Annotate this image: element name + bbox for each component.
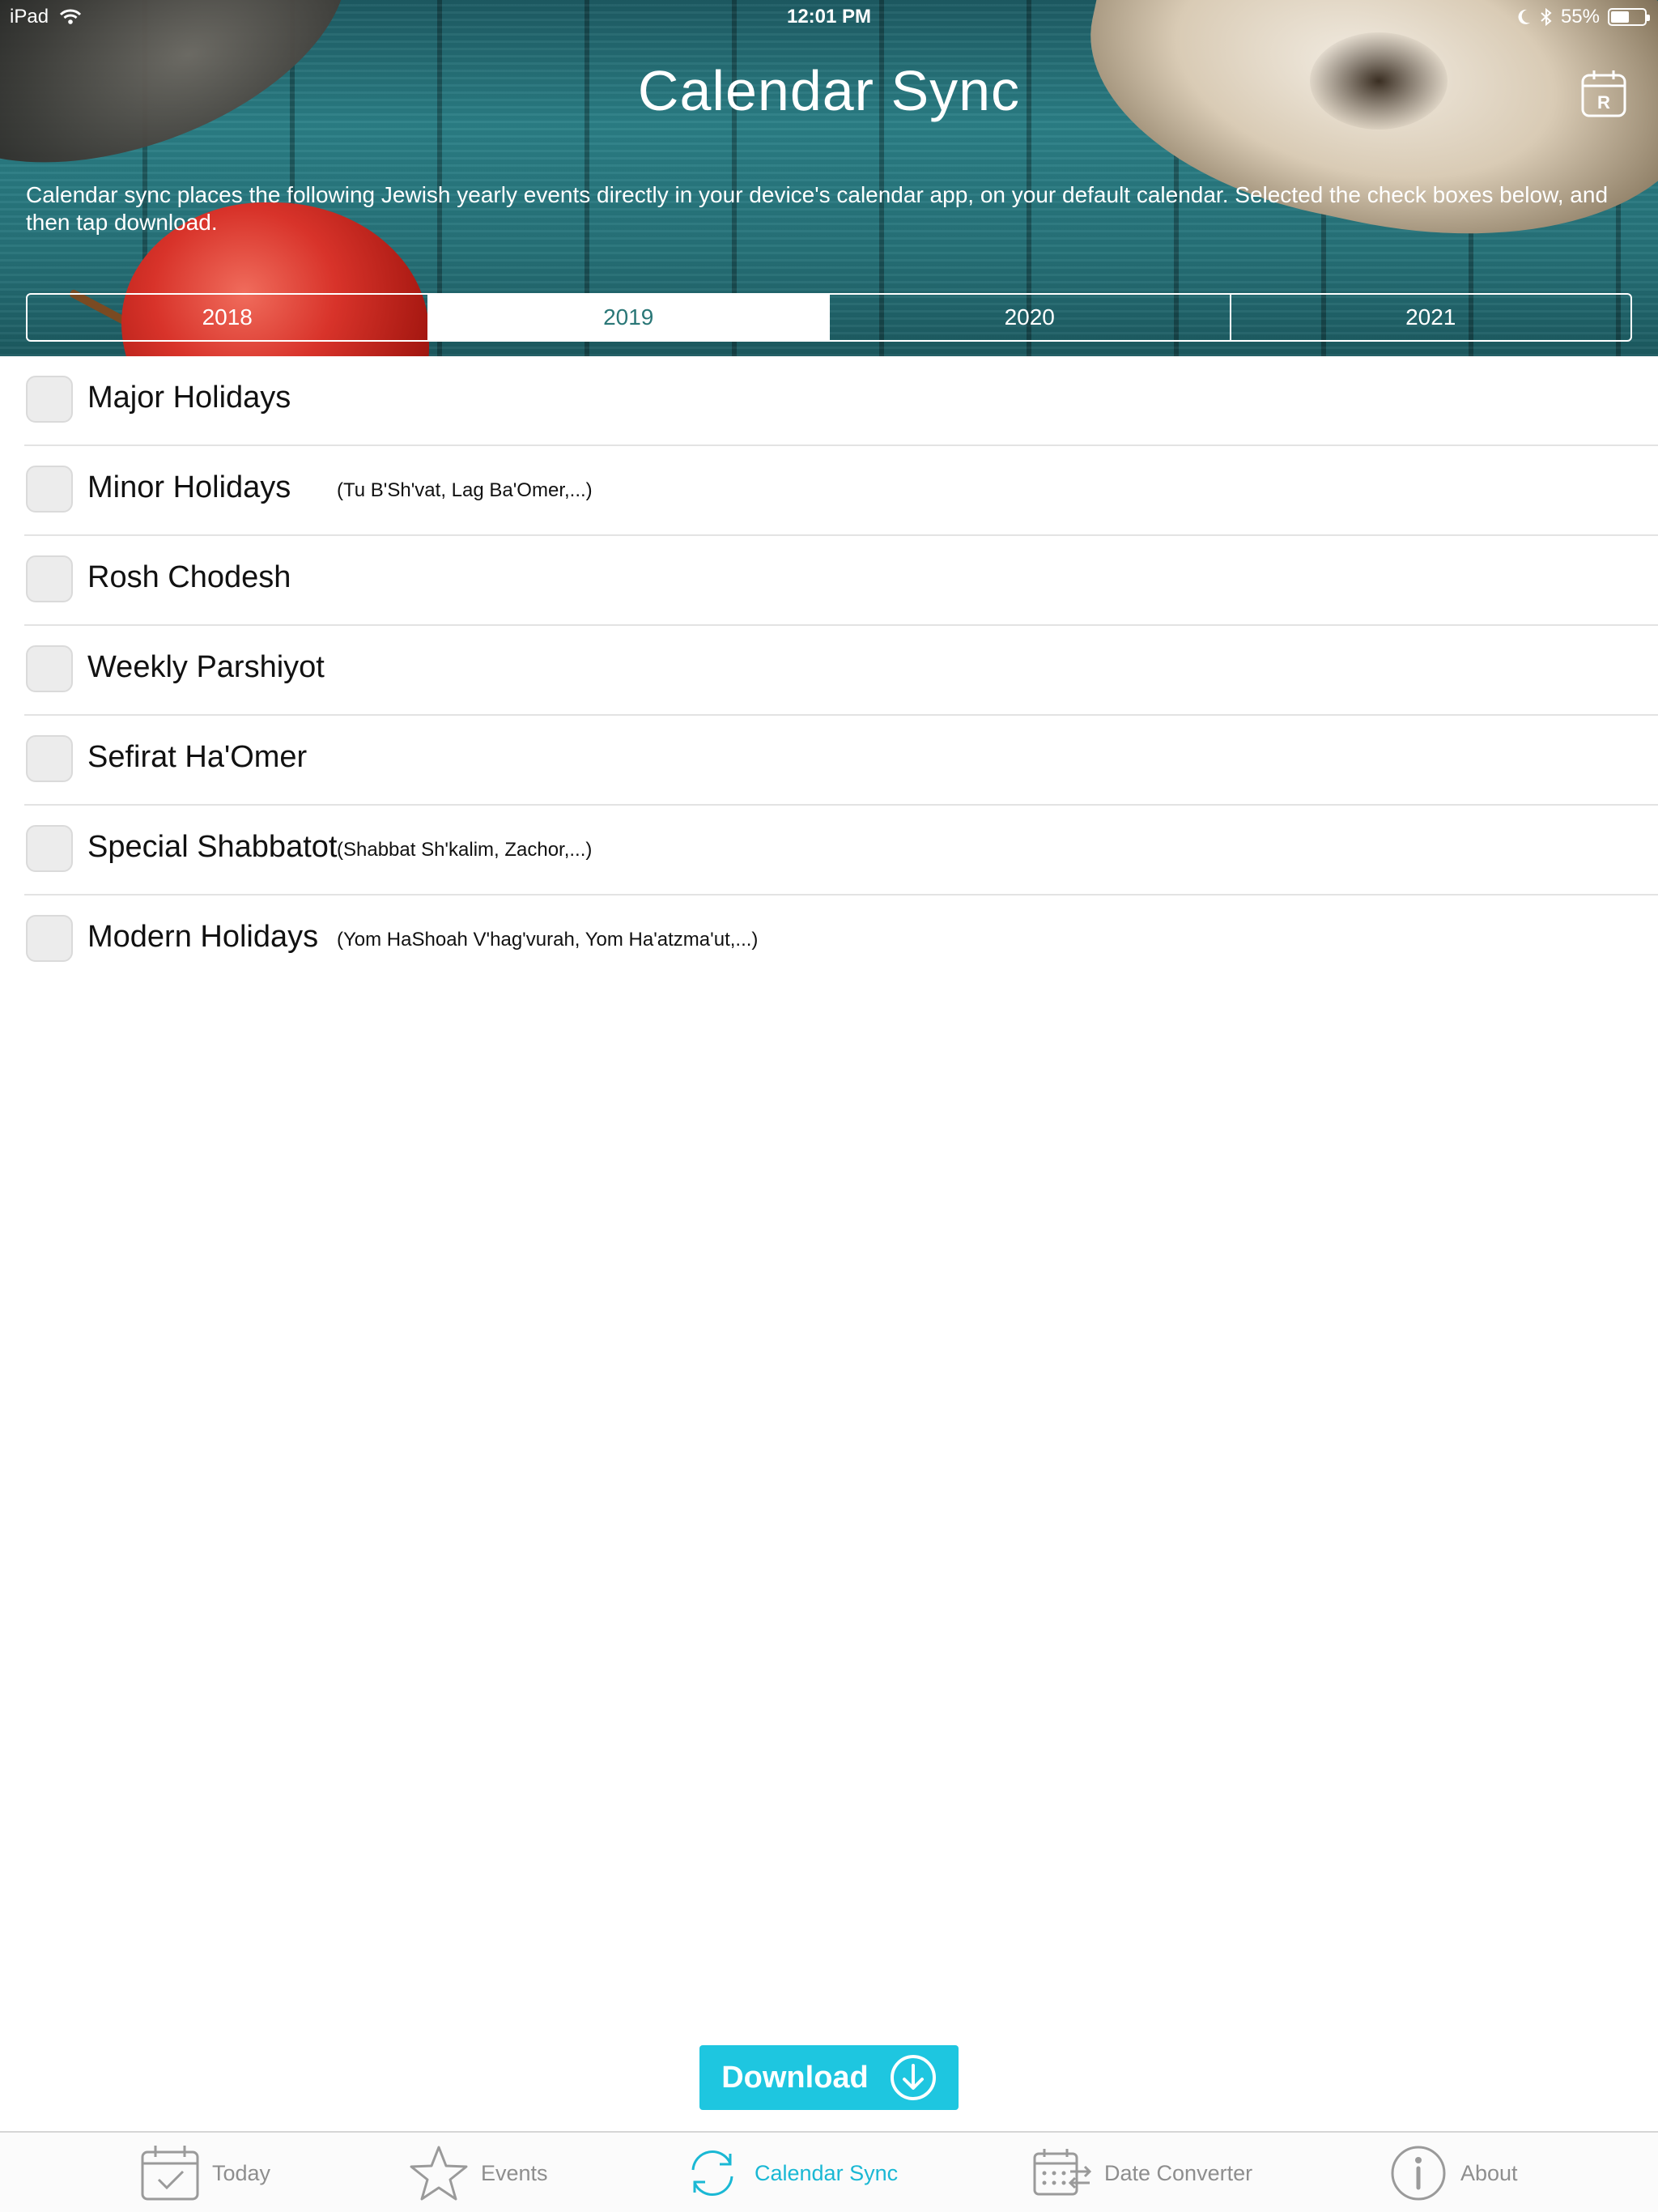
download-button[interactable]: Download <box>699 2045 959 2110</box>
list-item: Rosh Chodesh <box>24 536 1658 626</box>
year-segmented-control: 2018 2019 2020 2021 <box>26 293 1632 342</box>
year-tab-2018[interactable]: 2018 <box>28 295 429 340</box>
tab-about[interactable]: About <box>1388 2133 1518 2212</box>
event-note: (Tu B'Sh'vat, Lag Ba'Omer,...) <box>337 479 593 501</box>
download-arrow-icon <box>890 2055 936 2100</box>
status-time: 12:01 PM <box>786 6 872 28</box>
event-label: Modern Holidays <box>87 920 319 954</box>
list-item: Modern Holidays (Yom HaShoah V'hag'vurah… <box>24 895 1658 985</box>
intro-text: Calendar sync places the following Jewis… <box>26 182 1609 235</box>
bluetooth-icon <box>1541 7 1552 27</box>
status-bar: iPad 12:01 PM 55% <box>0 0 1658 32</box>
page-title: Calendar Sync <box>637 59 1021 122</box>
sefirat-haomer-checkbox[interactable] <box>26 735 73 782</box>
event-label: Special Shabbatot <box>87 830 338 864</box>
minor-holidays-checkbox[interactable] <box>26 466 73 513</box>
event-label: Weekly Parshiyot <box>87 650 325 684</box>
battery-icon <box>1608 8 1650 26</box>
tab-events[interactable]: Events <box>408 2133 548 2212</box>
tab-date-converter[interactable]: Date Converter <box>1031 2133 1252 2212</box>
event-label: Major Holidays <box>87 381 291 415</box>
modern-holidays-checkbox[interactable] <box>26 915 73 962</box>
rosh-chodesh-checkbox[interactable] <box>26 555 73 602</box>
tab-bar: Today Events Calendar Sync Date Converte… <box>0 2131 1658 2212</box>
calendar-check-icon <box>141 2146 199 2201</box>
date-converter-icon <box>1033 2149 1092 2196</box>
info-icon <box>1391 2146 1446 2201</box>
moon-icon <box>1518 9 1530 24</box>
list-item: Major Holidays <box>24 356 1658 446</box>
weekly-parshiyot-checkbox[interactable] <box>26 645 73 692</box>
calendar-icon-letter: R <box>1597 92 1610 113</box>
battery-percent: 55% <box>1560 6 1600 28</box>
event-label: Rosh Chodesh <box>87 560 291 594</box>
tab-calendar-sync[interactable]: Calendar Sync <box>682 2133 898 2212</box>
tab-label: Today <box>212 2160 271 2185</box>
tab-label: About <box>1460 2160 1518 2185</box>
event-note: (Shabbat Sh'kalim, Zachor,...) <box>337 839 593 861</box>
tab-label: Events <box>481 2160 548 2185</box>
event-note: (Yom HaShoah V'hag'vurah, Yom Ha'atzma'u… <box>337 929 759 951</box>
sync-icon <box>691 2150 733 2197</box>
year-tab-2020[interactable]: 2020 <box>830 295 1231 340</box>
special-shabbatot-checkbox[interactable] <box>26 825 73 872</box>
event-label: Sefirat Ha'Omer <box>87 740 308 774</box>
calendar-icon-button[interactable]: R <box>1580 68 1627 118</box>
list-item: Weekly Parshiyot <box>24 626 1658 716</box>
tab-label: Calendar Sync <box>755 2160 899 2185</box>
year-tab-2021[interactable]: 2021 <box>1231 295 1631 340</box>
year-tab-2019[interactable]: 2019 <box>428 295 830 340</box>
star-icon <box>410 2146 468 2201</box>
tab-today[interactable]: Today <box>139 2133 270 2212</box>
calendar-sync-screen: iPad 12:01 PM 55% Calendar Sync R Calend… <box>0 0 1658 2212</box>
list-item: Special Shabbatot (Shabbat Sh'kalim, Zac… <box>24 806 1658 895</box>
list-item: Minor Holidays (Tu B'Sh'vat, Lag Ba'Omer… <box>24 446 1658 536</box>
major-holidays-checkbox[interactable] <box>26 376 73 423</box>
header-banner: iPad 12:01 PM 55% Calendar Sync R Calend… <box>0 0 1658 356</box>
event-type-list: Major Holidays Minor Holidays (Tu B'Sh'v… <box>24 356 1658 985</box>
download-label: Download <box>721 2060 869 2095</box>
status-right: 55% <box>1517 6 1650 28</box>
list-item: Sefirat Ha'Omer <box>24 716 1658 806</box>
event-label: Minor Holidays <box>87 470 291 504</box>
tab-label: Date Converter <box>1104 2160 1253 2185</box>
